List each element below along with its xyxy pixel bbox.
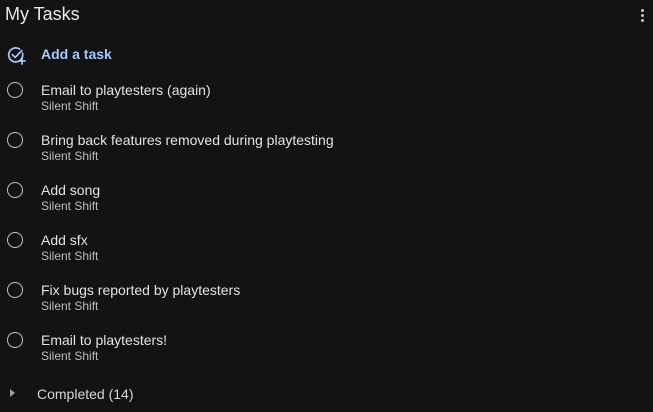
task-title: Add sfx: [41, 232, 88, 248]
task-title: Email to playtesters!: [41, 332, 168, 348]
task-list-name: Silent Shift: [41, 299, 99, 313]
task-item[interactable]: Bring back features removed during playt…: [0, 126, 653, 176]
add-task-button[interactable]: Add a task: [0, 40, 653, 68]
complete-task-checkbox[interactable]: [7, 82, 23, 98]
task-list-name: Silent Shift: [41, 99, 99, 113]
task-item[interactable]: Add song Silent Shift: [0, 176, 653, 226]
completed-section-toggle[interactable]: Completed (14): [0, 382, 653, 406]
task-list-name: Silent Shift: [41, 249, 99, 263]
task-title: Bring back features removed during playt…: [41, 132, 334, 148]
task-list-name: Silent Shift: [41, 199, 99, 213]
more-vert-icon-dot-3: [640, 18, 644, 22]
add-task-label: Add a task: [41, 46, 112, 62]
more-vert-icon-dot-2: [640, 13, 644, 17]
task-item[interactable]: Email to playtesters! Silent Shift: [0, 326, 653, 376]
tasks-panel: My Tasks Add a task Email to playtesters…: [0, 0, 653, 412]
task-list-name: Silent Shift: [41, 349, 99, 363]
add-task-icon: [7, 47, 26, 65]
complete-task-checkbox[interactable]: [7, 282, 23, 298]
panel-header: My Tasks: [0, 0, 653, 30]
complete-task-checkbox[interactable]: [7, 132, 23, 148]
more-vert-icon: [640, 8, 644, 12]
complete-task-checkbox[interactable]: [7, 182, 23, 198]
task-title: Fix bugs reported by playtesters: [41, 282, 241, 298]
more-options-button[interactable]: [635, 5, 649, 25]
task-item[interactable]: Add sfx Silent Shift: [0, 226, 653, 276]
complete-task-checkbox[interactable]: [7, 232, 23, 248]
task-item[interactable]: Email to playtesters (again) Silent Shif…: [0, 76, 653, 126]
chevron-right-icon: [10, 389, 15, 397]
task-title: Add song: [41, 182, 101, 198]
page-title: My Tasks: [5, 4, 80, 24]
task-list: Email to playtesters (again) Silent Shif…: [0, 76, 653, 376]
task-title: Email to playtesters (again): [41, 82, 211, 98]
task-item[interactable]: Fix bugs reported by playtesters Silent …: [0, 276, 653, 326]
complete-task-checkbox[interactable]: [7, 332, 23, 348]
completed-label: Completed (14): [37, 386, 134, 402]
task-list-name: Silent Shift: [41, 149, 99, 163]
